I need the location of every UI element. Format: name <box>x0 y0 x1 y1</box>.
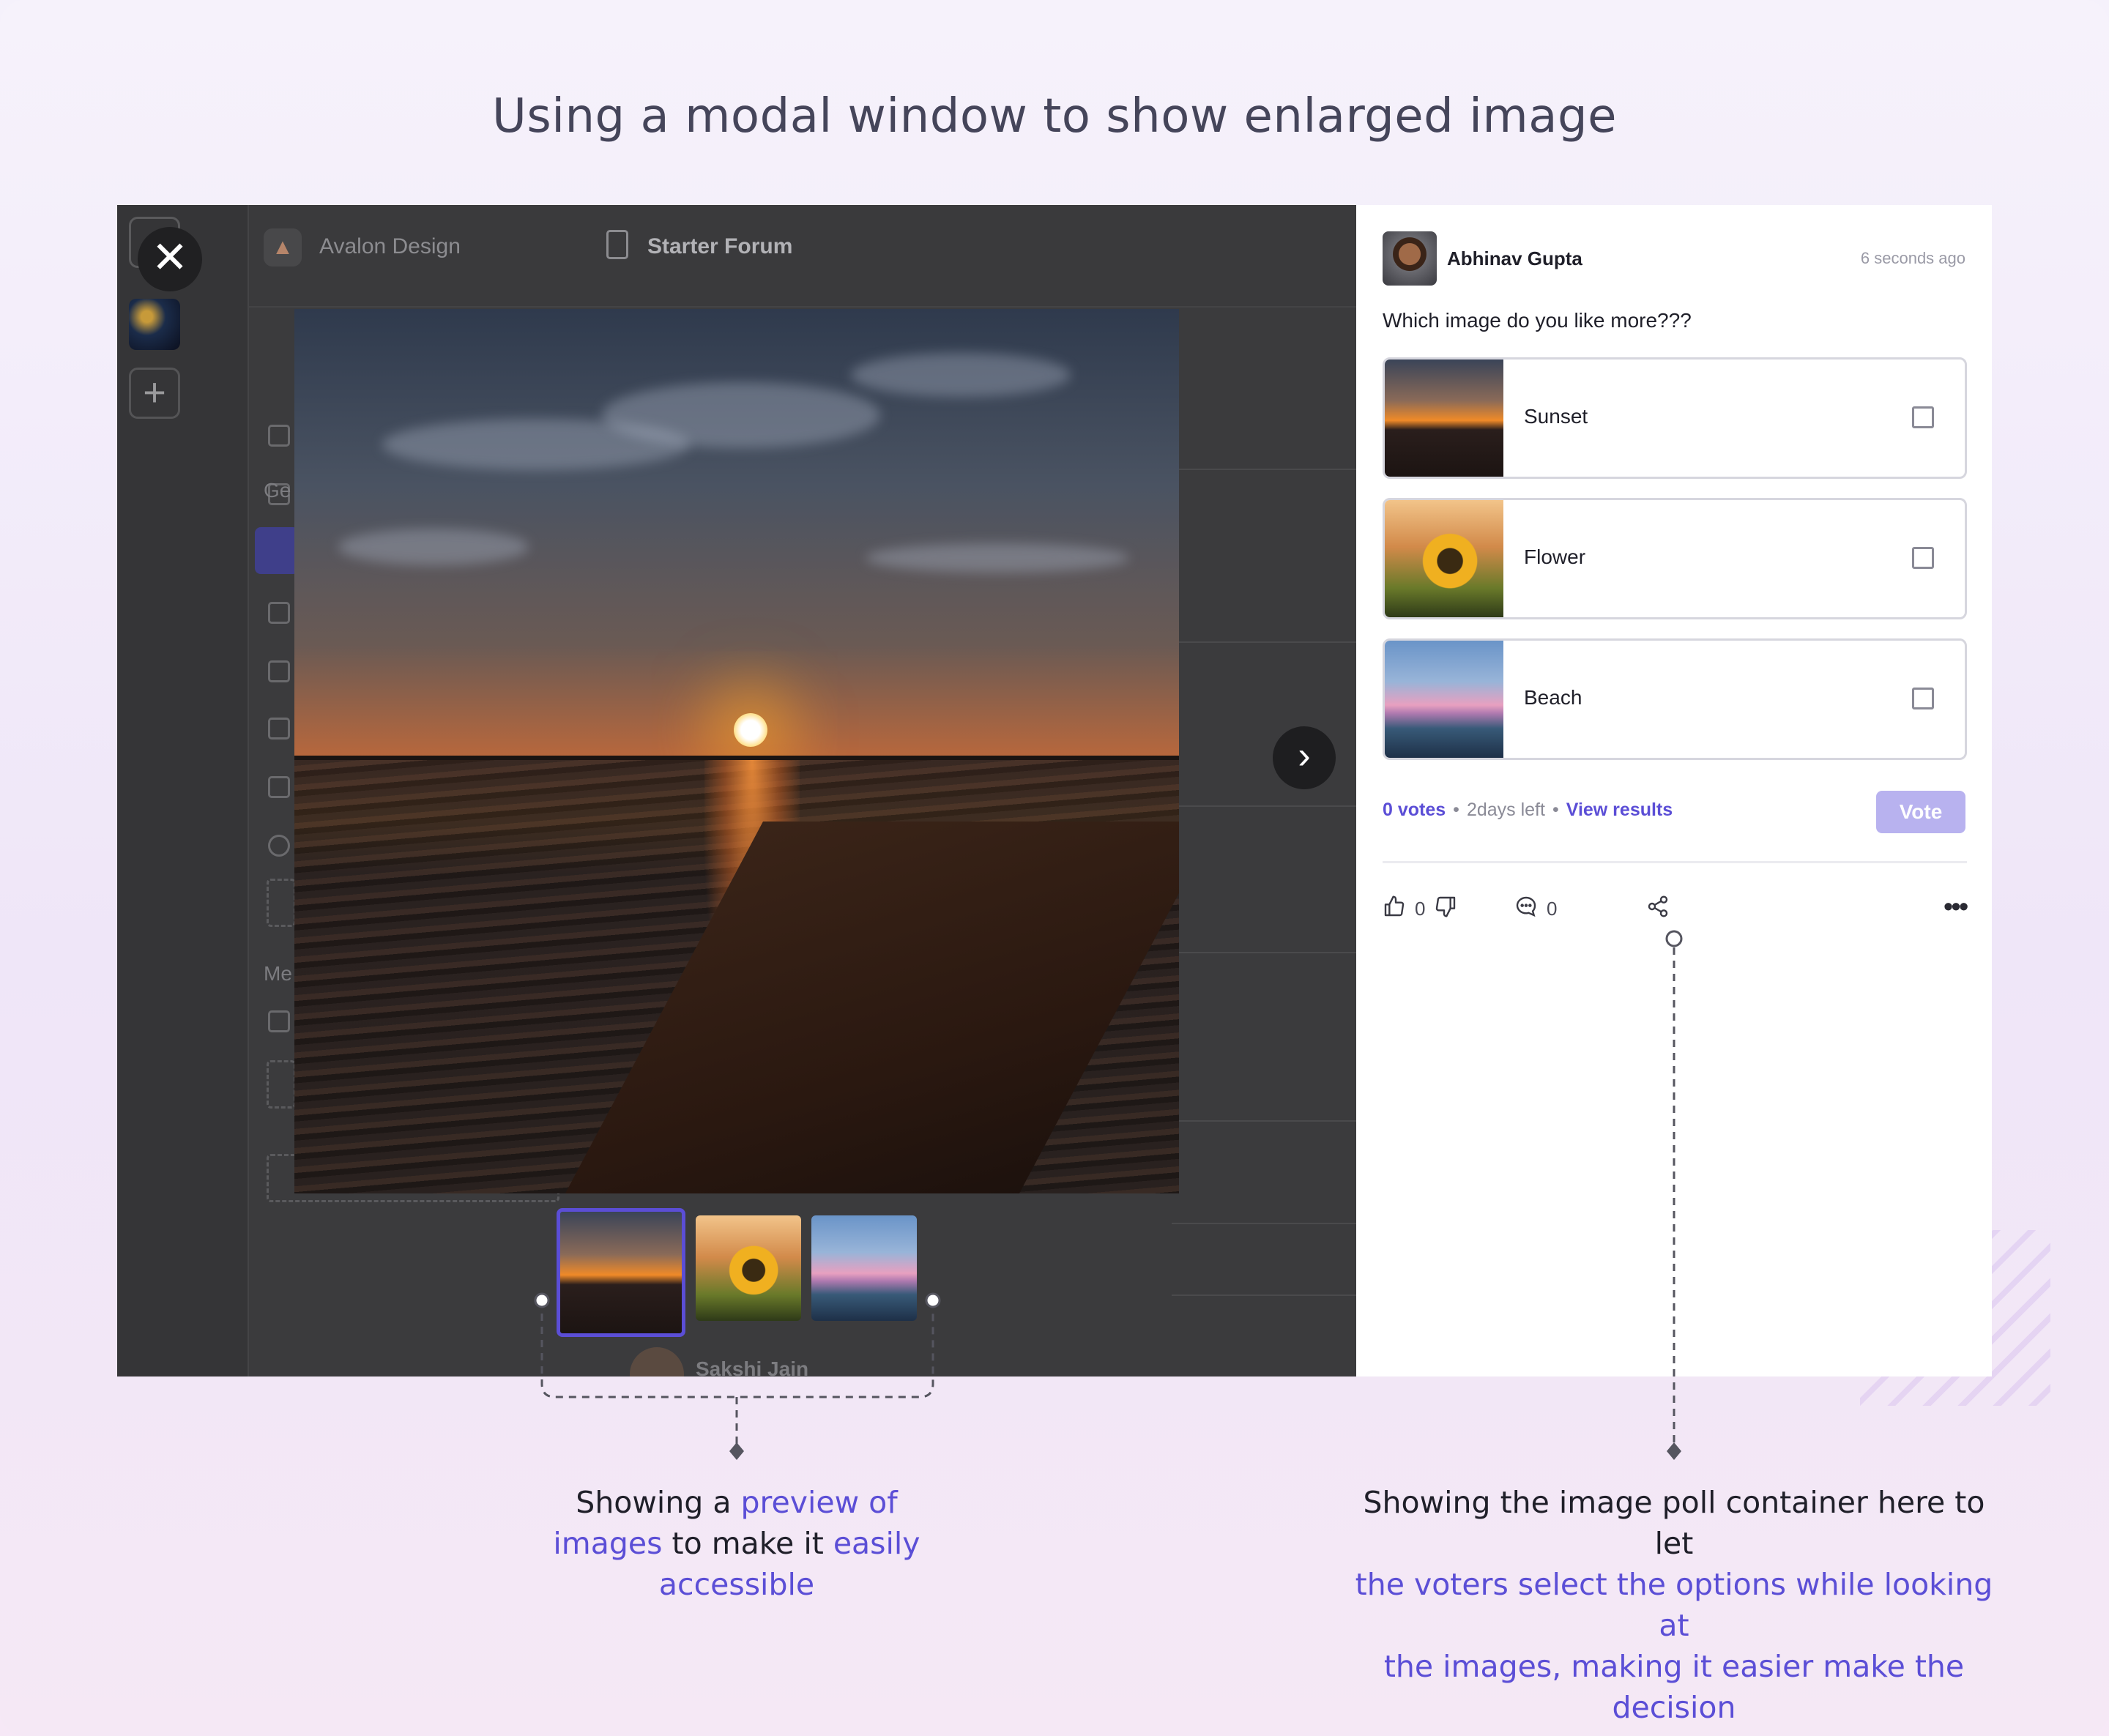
close-icon: ✕ <box>151 233 189 282</box>
annotation-highlight: the images, making it easier make the <box>1383 1649 1965 1684</box>
option-image <box>1385 360 1503 477</box>
background-divider <box>1172 805 1356 807</box>
enlarged-image <box>294 309 1179 1193</box>
option-label: Flower <box>1524 545 1586 568</box>
annotation-text: to make it <box>662 1526 833 1561</box>
option-label: Sunset <box>1524 405 1588 428</box>
next-image-button[interactable]: › <box>1273 726 1336 789</box>
avatar[interactable] <box>1383 231 1437 286</box>
chevron-right-icon: › <box>1298 734 1311 777</box>
cloud-shape <box>866 543 1129 573</box>
background-active-item <box>255 527 299 574</box>
vote-button[interactable]: Vote <box>1876 791 1965 833</box>
annotation-text: Showing a <box>576 1485 741 1520</box>
comments-count: 0 <box>1547 897 1558 920</box>
poll-option-sunset[interactable]: Sunset <box>1383 357 1967 479</box>
thumbnail-sunset[interactable] <box>557 1208 685 1337</box>
cloud-shape <box>851 353 1071 397</box>
document-icon <box>268 776 290 798</box>
option-checkbox[interactable] <box>1912 688 1934 709</box>
view-results-link[interactable]: View results <box>1566 800 1673 820</box>
cloud-shape <box>602 382 880 448</box>
rocket-icon: ▲ <box>264 228 302 267</box>
thumbs-up-icon[interactable] <box>1383 895 1406 923</box>
document-icon <box>268 718 290 740</box>
likes-count: 0 <box>1415 897 1426 920</box>
post-actions: 0 0 ••• <box>1383 890 1968 927</box>
page-title: Using a modal window to show enlarged im… <box>492 89 1617 144</box>
share-icon <box>1646 895 1670 923</box>
annotation-highlight: accessible <box>658 1567 815 1602</box>
background-section-general: Ge <box>264 479 291 502</box>
background-divider <box>1172 1294 1356 1296</box>
thumbs-down-icon[interactable] <box>1434 895 1457 923</box>
separator-dot: • <box>1552 800 1559 820</box>
avatar <box>630 1347 684 1376</box>
background-forum-title: Starter Forum <box>647 234 793 258</box>
option-checkbox[interactable] <box>1912 406 1934 428</box>
sun-shape <box>734 713 767 747</box>
rail-workspace-thumb <box>129 299 180 350</box>
close-button[interactable]: ✕ <box>138 227 202 291</box>
annotation-right: Showing the image poll container here to… <box>1352 1482 1996 1728</box>
background-member-name: Sakshi Jain <box>696 1357 809 1376</box>
background-divider <box>1172 952 1356 953</box>
annotation-highlight: the voters select the options while look… <box>1355 1567 1993 1643</box>
background-divider <box>1172 641 1356 643</box>
annotation-left: Showing a preview of images to make it e… <box>517 1482 956 1605</box>
option-image <box>1385 500 1503 617</box>
post-timestamp: 6 seconds ago <box>1860 249 1965 267</box>
background-placeholder <box>267 1060 296 1109</box>
document-icon <box>268 602 290 624</box>
like-group: 0 <box>1383 890 1457 927</box>
background-placeholder <box>267 879 296 927</box>
comment-icon <box>1514 895 1538 923</box>
time-left: 2days left <box>1466 800 1545 820</box>
background-divider <box>1172 469 1356 470</box>
rail-add-icon: + <box>129 368 180 419</box>
annotation-highlight: easily <box>833 1526 920 1561</box>
background-rail: + <box>117 205 249 1376</box>
option-image <box>1385 641 1503 758</box>
calendar-icon <box>268 660 290 682</box>
horizon-line <box>294 756 1179 760</box>
home-icon <box>268 425 290 447</box>
thumbnail-flower[interactable] <box>696 1215 801 1321</box>
separator-dot: • <box>1453 800 1459 820</box>
poll-option-beach[interactable]: Beach <box>1383 638 1967 760</box>
document-icon <box>268 1010 290 1032</box>
poll-panel: Abhinav Gupta 6 seconds ago Which image … <box>1356 205 1992 1376</box>
share-button[interactable] <box>1646 890 1670 927</box>
annotation-highlight: decision <box>1612 1690 1736 1725</box>
annotation-text: Showing the image poll container here to… <box>1363 1485 1985 1561</box>
author-name[interactable]: Abhinav Gupta <box>1447 247 1582 270</box>
background-brand: Avalon Design <box>319 234 461 258</box>
image-modal: + ▲ Avalon Design Starter Forum Ge Me Sa… <box>117 205 1992 1376</box>
chat-icon <box>268 835 290 857</box>
background-divider <box>1172 1120 1356 1122</box>
poll-option-flower[interactable]: Flower <box>1383 498 1967 619</box>
background-section-members: Me <box>264 962 292 985</box>
votes-count[interactable]: 0 votes <box>1383 800 1446 820</box>
option-checkbox[interactable] <box>1912 547 1934 569</box>
poll-meta: 0 votes • 2days left • View results <box>1383 800 1673 821</box>
background-divider <box>1172 1223 1356 1224</box>
annotation-highlight: images <box>553 1526 663 1561</box>
more-options-icon[interactable]: ••• <box>1944 890 1968 923</box>
option-label: Beach <box>1524 686 1582 709</box>
divider <box>1383 861 1967 863</box>
thumbnail-beach[interactable] <box>811 1215 917 1321</box>
poll-question: Which image do you like more??? <box>1383 309 1692 332</box>
comment-group[interactable]: 0 <box>1514 890 1557 927</box>
cloud-shape <box>338 529 529 565</box>
annotation-highlight: preview of <box>740 1485 898 1520</box>
document-icon <box>606 230 628 259</box>
